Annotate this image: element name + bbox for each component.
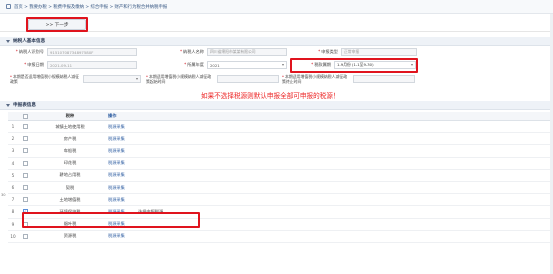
reduction-end-field[interactable] bbox=[353, 75, 415, 83]
taxpayer-id-label: *纳税人识别号 bbox=[15, 49, 44, 54]
source-collect-link[interactable]: 税源采集 bbox=[108, 233, 138, 239]
reduction-start-label: *本期适用增值税小规模纳税人减征政策起始时间 bbox=[146, 74, 212, 84]
row-checkbox[interactable] bbox=[18, 197, 32, 203]
declare-date-label: *申报日期 bbox=[24, 62, 44, 67]
row-number: 7 bbox=[11, 197, 15, 203]
reduction-end-label: *本期适用增值税小规模纳税人减征政策终止时间 bbox=[282, 74, 348, 84]
tax-name: 印花税 bbox=[63, 160, 77, 166]
taxpayer-section-header[interactable]: 纳税人基本信息 bbox=[0, 37, 553, 46]
chevron-down-icon bbox=[136, 78, 138, 80]
table-header: 税种 操作 bbox=[8, 112, 550, 121]
row-checkbox[interactable] bbox=[18, 124, 32, 130]
tax-name: 车船税 bbox=[63, 147, 77, 153]
table-row[interactable]: 6 契税 税源采集 bbox=[8, 182, 550, 195]
tax-year-select[interactable]: 2021 bbox=[207, 61, 287, 69]
reduction-start-field[interactable] bbox=[217, 75, 279, 83]
taxpayer-id-field: 9151070873489758XF bbox=[47, 48, 137, 56]
collapse-icon bbox=[6, 39, 10, 43]
row-checkbox[interactable] bbox=[18, 148, 32, 154]
tax-name: 土地增值税 bbox=[59, 196, 81, 202]
home-icon[interactable] bbox=[6, 4, 11, 9]
taxpayer-section-title: 纳税人基本信息 bbox=[13, 39, 46, 44]
col-header-tax: 税种 bbox=[65, 113, 75, 118]
row-number: 5 bbox=[11, 172, 15, 178]
source-collect-link[interactable]: 税源采集 bbox=[108, 148, 138, 154]
reduction-policy-select[interactable] bbox=[83, 75, 141, 83]
row-checkbox[interactable] bbox=[18, 172, 32, 178]
declare-section-title: 申报表信息 bbox=[13, 103, 36, 108]
table-row[interactable]: 7 土地增值税 税源采集 bbox=[8, 194, 550, 207]
table-row[interactable]: 2 房产税 税源采集 bbox=[8, 133, 550, 146]
declare-type-label: *申报类型 bbox=[318, 49, 338, 54]
source-collect-link[interactable]: 税源采集 bbox=[108, 136, 138, 142]
row-number: 9 bbox=[11, 221, 15, 227]
tax-name: 房产税 bbox=[63, 135, 77, 141]
row-number: 10 bbox=[10, 233, 16, 239]
row-number: 4 bbox=[11, 160, 15, 166]
breadcrumb-text: 首页 > 我要办税 > 税费申报及缴纳 > 综合申报 > 财产和行为税合并纳税申… bbox=[14, 4, 168, 10]
select-all-checkbox[interactable] bbox=[18, 113, 32, 119]
collapse-icon bbox=[6, 103, 10, 107]
taxpayer-name-label: *纳税人名称 bbox=[179, 49, 204, 54]
tax-name: 耕地占用税 bbox=[59, 172, 81, 178]
row-checkbox[interactable] bbox=[18, 185, 32, 191]
row-number: 8 bbox=[11, 209, 15, 215]
row-number: 2 bbox=[11, 136, 15, 142]
table-row[interactable]: 1 城镇土地使用税 税源采集 bbox=[8, 121, 550, 134]
highlight-next-step bbox=[26, 17, 88, 32]
table-row[interactable]: 3 车船税 税源采集 bbox=[8, 145, 550, 158]
tax-name: 契税 bbox=[65, 184, 75, 190]
row-number: 1 bbox=[11, 124, 15, 130]
source-collect-link[interactable]: 税源采集 bbox=[108, 197, 138, 203]
source-collect-link[interactable]: 税源采集 bbox=[108, 172, 138, 178]
table-row[interactable]: 10 资源税 税源采集 bbox=[8, 231, 550, 243]
declare-date-field: 2021-09-11 bbox=[47, 61, 137, 69]
highlight-tax-period bbox=[290, 58, 418, 73]
breadcrumb: 首页 > 我要办税 > 税费申报及缴纳 > 综合申报 > 财产和行为税合并纳税申… bbox=[0, 0, 553, 14]
reduction-policy-label: *本期是否适用增值税小规模纳税人减征政策 bbox=[10, 74, 80, 84]
row-checkbox[interactable] bbox=[18, 160, 32, 166]
source-collect-link[interactable]: 税源采集 bbox=[108, 185, 138, 191]
col-header-op: 操作 bbox=[108, 113, 117, 118]
table-row[interactable]: 4 印花税 税源采集 bbox=[8, 158, 550, 170]
notice-text: 如果不选择税源则默认申报全部可申报的税源！ bbox=[201, 92, 340, 100]
side-mark: 30 bbox=[1, 193, 6, 197]
tax-year-label: *所属年度 bbox=[184, 62, 204, 67]
chevron-down-icon bbox=[282, 64, 284, 66]
highlight-env-tax-row bbox=[22, 212, 200, 228]
row-number: 3 bbox=[11, 148, 15, 154]
source-collect-link[interactable]: 税源采集 bbox=[108, 160, 138, 166]
row-number: 6 bbox=[11, 185, 15, 191]
row-checkbox[interactable] bbox=[18, 136, 32, 142]
declare-section-header[interactable]: 申报表信息 bbox=[0, 101, 553, 110]
source-collect-link[interactable]: 税源采集 bbox=[108, 124, 138, 130]
taxpayer-name-field: 四川省绵阳市某某有限公司 bbox=[207, 48, 287, 56]
tax-name: 资源税 bbox=[63, 233, 77, 239]
row-checkbox[interactable] bbox=[18, 233, 32, 239]
tax-name: 城镇土地使用税 bbox=[55, 123, 85, 129]
table-row[interactable]: 5 耕地占用税 税源采集 bbox=[8, 170, 550, 182]
declare-type-field: 正常申报 bbox=[341, 48, 417, 56]
